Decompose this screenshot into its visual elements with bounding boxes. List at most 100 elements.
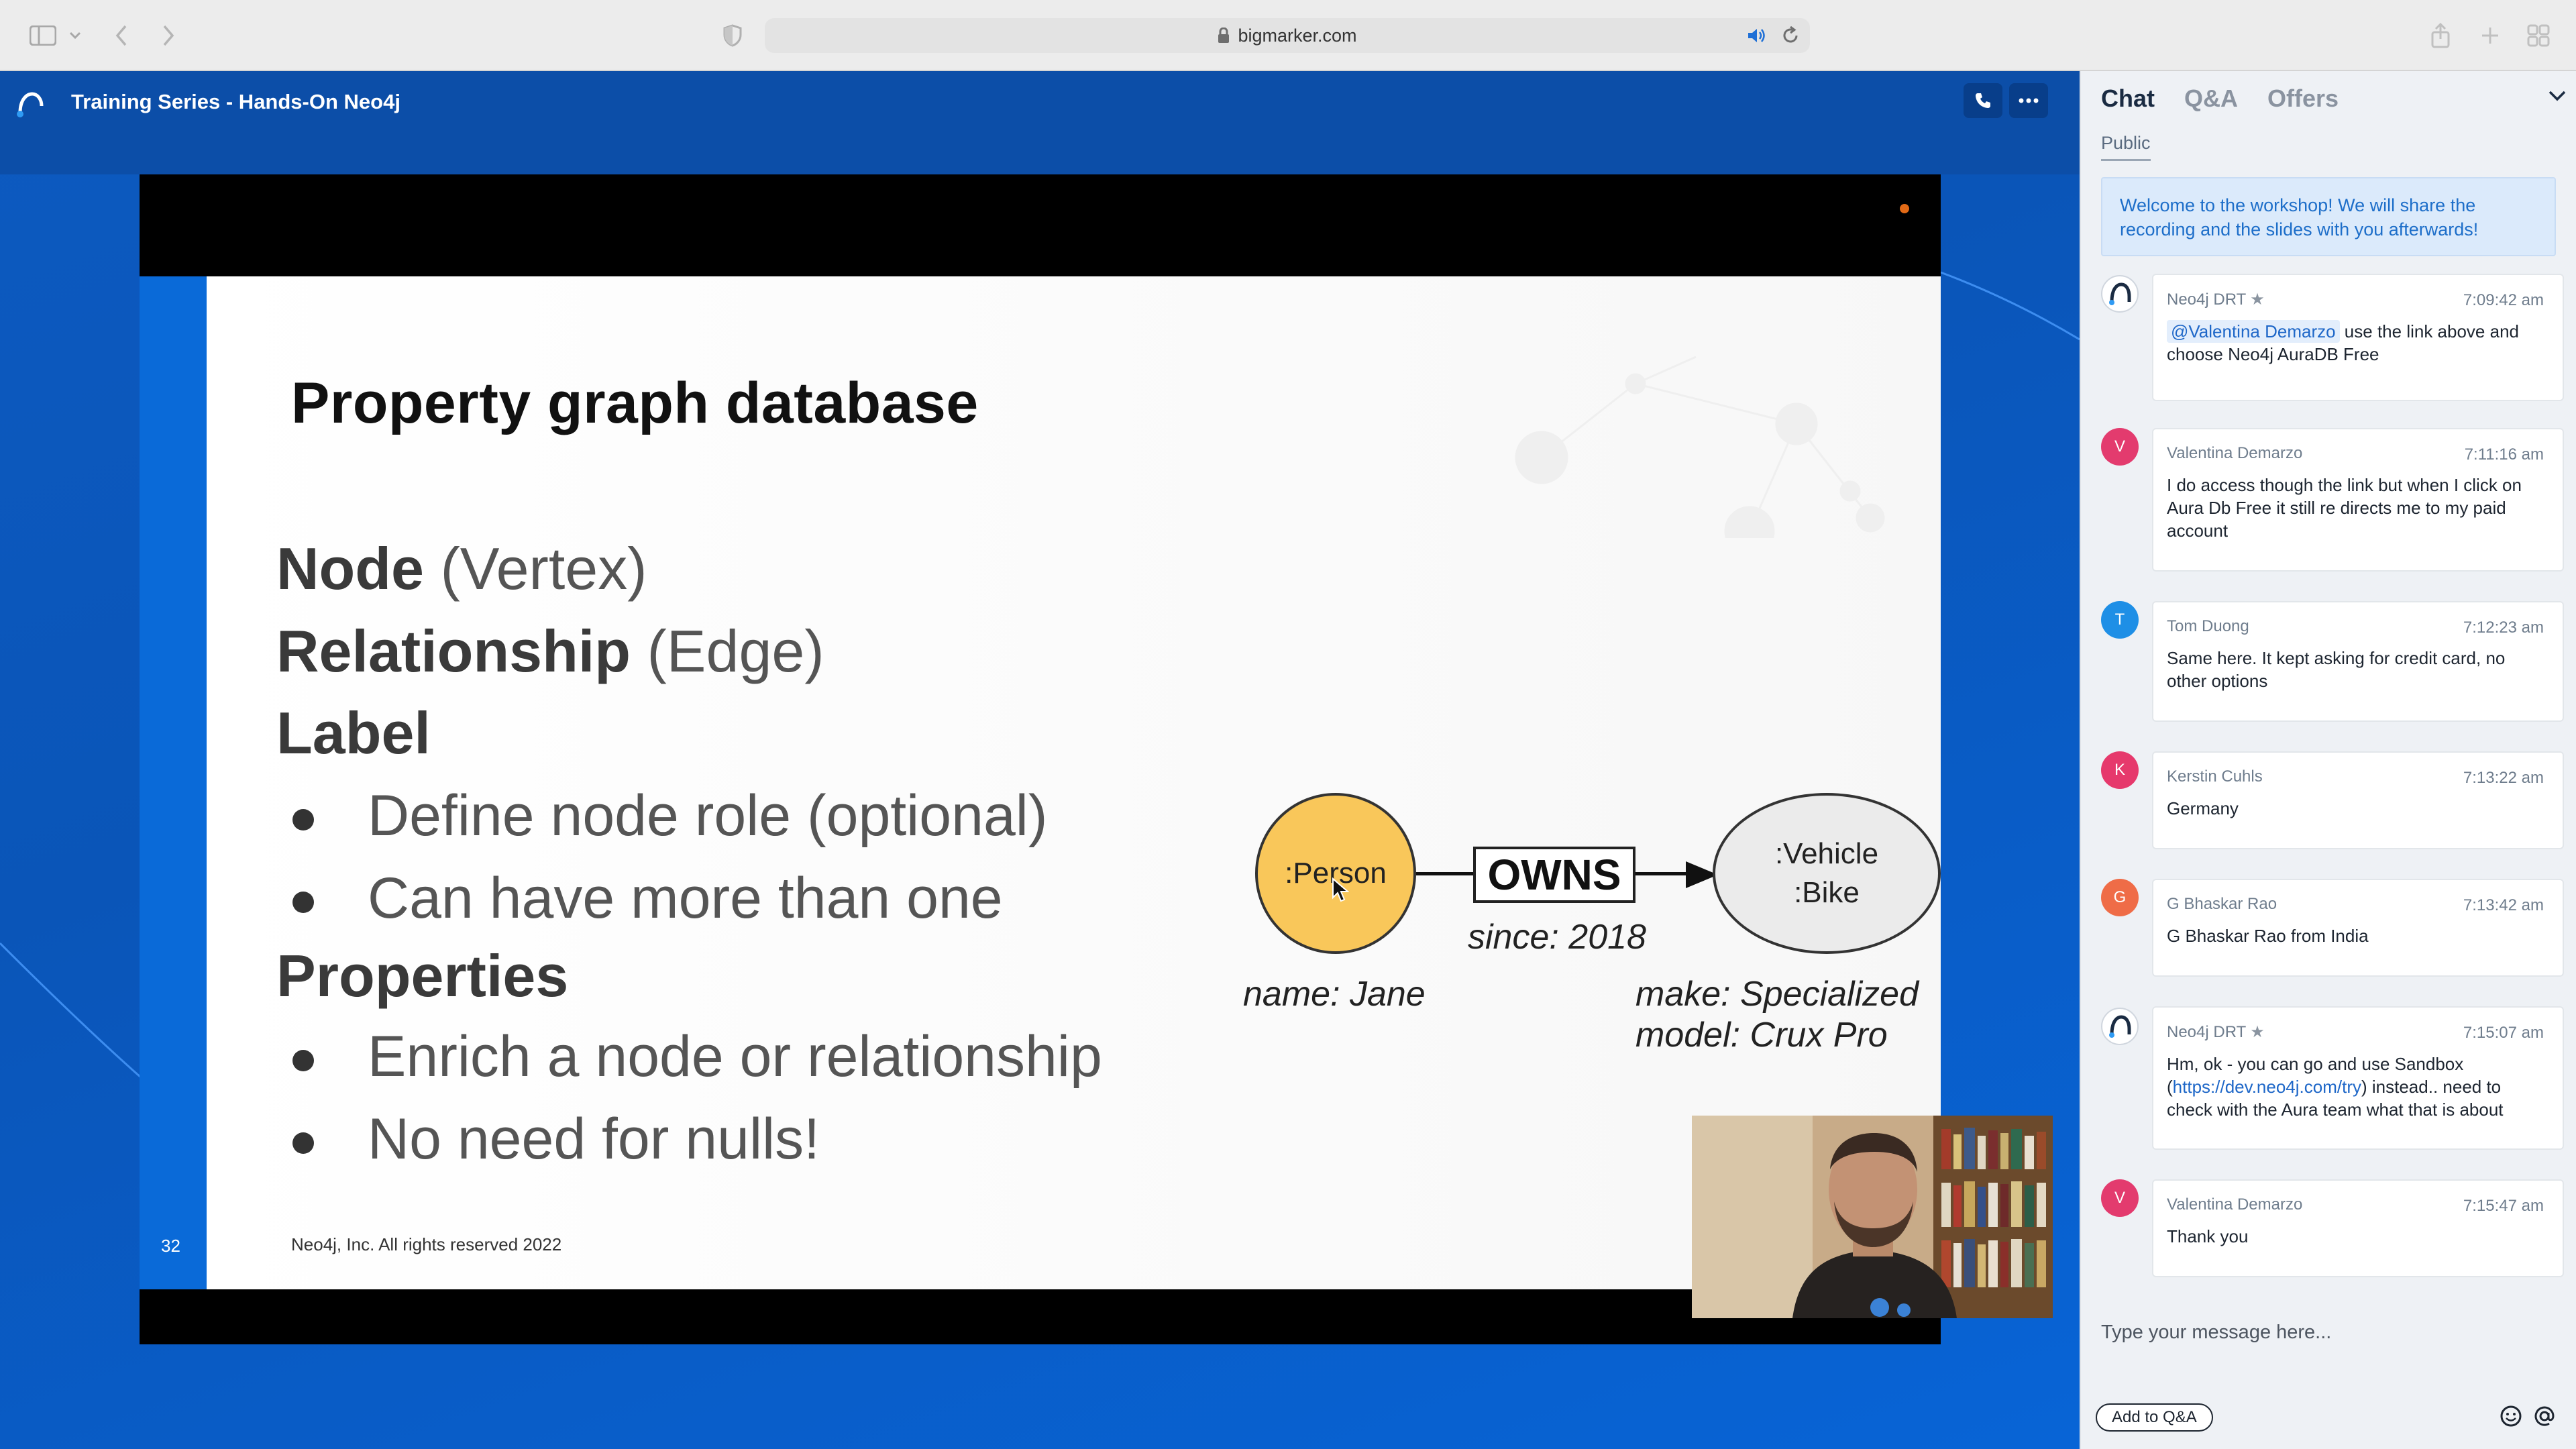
speaker-icon[interactable]	[1747, 27, 1767, 44]
person-node: :Person	[1255, 793, 1416, 954]
message-time: 7:12:23 am	[2463, 619, 2544, 637]
chat-tabs: Chat Q&A Offers	[2101, 85, 2339, 113]
slide-term-detail: (Vertex)	[424, 535, 647, 602]
chevron-down-icon[interactable]	[2548, 90, 2567, 102]
share-icon[interactable]	[2428, 20, 2453, 51]
slide-line-properties: Properties	[276, 942, 568, 1010]
message-link[interactable]: https://dev.neo4j.com/try	[2173, 1077, 2361, 1097]
slide-line-node: Node (Vertex)	[276, 535, 647, 603]
slide-number: 32	[161, 1236, 180, 1256]
presenter-webcam[interactable]	[1692, 1116, 2053, 1318]
tab-qa[interactable]: Q&A	[2184, 85, 2238, 113]
slide: Property graph database Node (Vertex) Re…	[207, 276, 1941, 1289]
message-card: G Bhaskar Rao 7:13:42 am G Bhaskar Rao f…	[2152, 879, 2564, 977]
sidebar-toggle-icon[interactable]	[27, 20, 59, 51]
relationship-line	[1635, 872, 1689, 875]
avatar-k: K	[2101, 751, 2139, 789]
vehicle-property: make: Specialized	[1635, 975, 1919, 1014]
presenter-video	[1692, 1116, 2053, 1318]
slide-bullet: Enrich a node or relationship	[368, 1024, 1102, 1089]
back-icon[interactable]	[111, 20, 131, 51]
chat-input-area	[2101, 1312, 2557, 1352]
mention-at-icon[interactable]	[2533, 1405, 2556, 1428]
avatar-v: V	[2101, 428, 2139, 466]
message-time: 7:15:07 am	[2463, 1024, 2544, 1042]
message-author: Valentina Demarzo	[2167, 444, 2303, 462]
relationship-property: since: 2018	[1468, 918, 1646, 957]
presentation-frame: 32 Property graph database Node (Vertex)…	[140, 174, 1941, 1344]
message-card: Valentina Demarzo 7:15:47 am Thank you	[2152, 1179, 2564, 1277]
phone-icon	[1976, 93, 1990, 108]
welcome-banner: Welcome to the workshop! We will share t…	[2101, 177, 2556, 256]
forward-icon[interactable]	[158, 20, 178, 51]
phone-button[interactable]	[1964, 83, 2002, 118]
message-author: Kerstin Cuhls	[2167, 767, 2263, 786]
message-card: Neo4j DRT ★ 7:09:42 am @Valentina Demarzo…	[2152, 274, 2564, 401]
message-text: @Valentina Demarzo use the link above an…	[2167, 320, 2548, 366]
vehicle-label: :Vehicle	[1774, 837, 1879, 870]
slide-line-label: Label	[276, 699, 431, 767]
message-text: Same here. It kept asking for credit car…	[2167, 648, 2506, 691]
slide-bullet: Can have more than one	[368, 866, 1003, 930]
message-card: Kerstin Cuhls 7:13:22 am Germany	[2152, 751, 2564, 849]
message-author: G Bhaskar Rao	[2167, 895, 2277, 913]
slide-line-relationship: Relationship (Edge)	[276, 617, 824, 686]
relationship-line	[1416, 872, 1473, 875]
message-text: Thank you	[2167, 1226, 2249, 1246]
mouse-cursor-icon	[1332, 877, 1349, 902]
message-time: 7:09:42 am	[2463, 291, 2544, 309]
user-mention[interactable]: @Valentina Demarzo	[2167, 320, 2340, 343]
slide-title: Property graph database	[291, 371, 979, 435]
message-author: Neo4j DRT	[2167, 1023, 2247, 1041]
neo4j-logo-icon	[2109, 1015, 2131, 1038]
slide-term: Label	[276, 700, 431, 766]
neo4j-avatar	[2101, 275, 2139, 313]
privacy-shield-icon[interactable]	[720, 20, 745, 51]
vehicle-node: :Vehicle :Bike	[1713, 793, 1941, 954]
slide-term: Node	[276, 535, 424, 602]
neo4j-logo-icon	[2109, 282, 2131, 305]
message-time: 7:13:22 am	[2463, 769, 2544, 787]
message-text: Hm, ok - you can go and use Sandbox (htt…	[2167, 1053, 2548, 1121]
star-icon: ★	[2250, 290, 2265, 309]
address-bar[interactable]: bigmarker.com	[765, 18, 1810, 53]
message-text: I do access though the link but when I c…	[2167, 475, 2522, 541]
bigmarker-logo	[15, 90, 44, 119]
message-author: Valentina Demarzo	[2167, 1195, 2303, 1214]
chat-message-input[interactable]	[2101, 1321, 2557, 1344]
reload-icon[interactable]	[1782, 26, 1799, 45]
browser-toolbar: bigmarker.com	[0, 0, 2576, 71]
slide-term: Properties	[276, 943, 569, 1009]
slide-footer: Neo4j, Inc. All rights reserved 2022	[291, 1234, 562, 1254]
chat-panel: Chat Q&A Offers Public Welcome to the wo…	[2080, 71, 2576, 1449]
emoji-icon[interactable]	[2500, 1405, 2522, 1428]
url-text: bigmarker.com	[1238, 25, 1357, 46]
avatar-t: T	[2101, 601, 2139, 639]
relationship-type: OWNS	[1473, 847, 1635, 903]
avatar-v: V	[2101, 1179, 2139, 1217]
slide-bullet: Define node role (optional)	[368, 784, 1048, 848]
message-card: Neo4j DRT ★ 7:15:07 am Hm, ok - you can g…	[2152, 1006, 2564, 1150]
message-card: Tom Duong 7:12:23 am Same here. It kept …	[2152, 601, 2564, 722]
vehicle-property: model: Crux Pro	[1635, 1016, 1888, 1055]
more-options-button[interactable]	[2009, 83, 2048, 118]
neo4j-avatar	[2101, 1008, 2139, 1045]
slide-side-band: 32	[140, 276, 207, 1289]
vehicle-label: :Bike	[1794, 876, 1860, 909]
channel-public-tab[interactable]: Public	[2101, 133, 2151, 161]
chevron-down-icon[interactable]	[67, 20, 83, 51]
bullet-dot	[292, 892, 314, 913]
tab-overview-icon[interactable]	[2525, 20, 2552, 51]
session-header: Training Series - Hands-On Neo4j	[0, 71, 2080, 174]
add-to-qa-button[interactable]: Add to Q&A	[2096, 1403, 2213, 1432]
new-tab-icon[interactable]	[2478, 20, 2502, 51]
session-title: Training Series - Hands-On Neo4j	[71, 90, 400, 113]
message-card: Valentina Demarzo 7:11:16 am I do access…	[2152, 428, 2564, 572]
message-time: 7:11:16 am	[2464, 445, 2544, 464]
tab-chat[interactable]: Chat	[2101, 85, 2155, 113]
bullet-dot	[292, 1050, 314, 1071]
message-author: Neo4j DRT	[2167, 290, 2247, 309]
tab-offers[interactable]: Offers	[2267, 85, 2339, 113]
message-time: 7:15:47 am	[2463, 1197, 2544, 1215]
webinar-stage: Training Series - Hands-On Neo4j 32 Prop…	[0, 71, 2080, 1449]
